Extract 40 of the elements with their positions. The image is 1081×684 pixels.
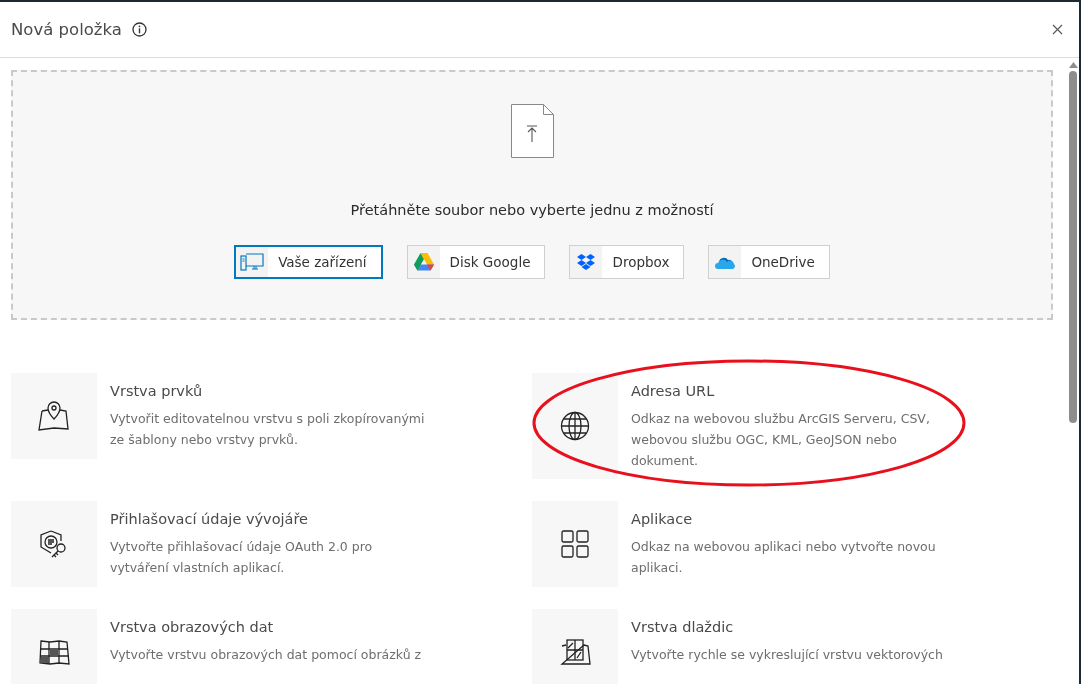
source-button[interactable]: Vaše zařízení (234, 245, 383, 279)
app-grid-icon (561, 530, 589, 558)
globe-icon (560, 411, 590, 441)
file-upload-icon (510, 104, 554, 158)
card-title: Aplikace (631, 511, 694, 527)
imagery-map-icon (38, 638, 70, 666)
card-description: Odkaz na webovou aplikaci nebo vytvořte novou aplikaci. (631, 538, 937, 577)
card-title: Přihlašovací údaje vývojáře (110, 511, 309, 527)
item-card[interactable]: Přihlašovací údaje vývojáře Vytvořte přihlašovací údaje OAuth 2.0 pro vytváření vlastních aplikací. (11, 501, 532, 587)
close-icon (1052, 24, 1063, 35)
card-title: Adresa URL (631, 383, 716, 399)
info-icon[interactable] (131, 22, 147, 37)
card-description: Odkaz na webovou službu ArcGIS Serveru, CSV, webovou službu OGC, KML, GeoJSON nebo dokument. (631, 410, 931, 470)
card-description: Vytvořit editovatelnou vrstvu s poli zkopírovanými ze šablony nebo vrstvy prvků. (110, 410, 426, 449)
item-card[interactable]: Adresa URL Odkaz na webovou službu ArcGIS Serveru, CSV, webovou službu OGC, KML, GeoJSON nebo dokument. (532, 373, 1053, 479)
tile-map-icon (559, 638, 591, 666)
item-card[interactable]: Vrstva dlaždic Vytvořte rychle se vykreslující vrstvu vektorových (532, 609, 1053, 684)
card-title: Vrstva dlaždic (631, 619, 735, 635)
scroll-up-icon[interactable] (1068, 62, 1078, 68)
drive-icon (413, 253, 434, 271)
scrollbar-thumb[interactable] (1069, 71, 1077, 423)
card-description: Vytvořte rychle se vykreslující vrstvu vektorových (631, 646, 944, 664)
source-button[interactable]: Dropbox (569, 245, 685, 279)
drop-prompt: Přetáhněte soubor nebo vyberte jednu z možností (350, 202, 714, 218)
map-pin-icon (38, 401, 70, 431)
card-description: Vytvořte přihlašovací údaje OAuth 2.0 pro vytváření vlastních aplikací. (110, 538, 374, 577)
cloud-icon (715, 255, 736, 269)
dropbox-icon (577, 254, 596, 270)
card-title: Vrstva obrazových dat (110, 619, 275, 635)
item-card[interactable]: Vrstva prvků Vytvořit editovatelnou vrstvu s poli zkopírovanými ze šablony nebo vrstvy prvků. (11, 373, 532, 459)
dialog-title: Nová položka (11, 20, 122, 39)
card-description: Vytvořte vrstvu obrazových dat pomocí obrázků z (110, 646, 423, 664)
item-card[interactable]: Vrstva obrazových dat Vytvořte vrstvu obrazových dat pomocí obrázků z (11, 609, 532, 684)
item-card[interactable]: Aplikace Odkaz na webovou aplikaci nebo vytvořte novou aplikaci. (532, 501, 1053, 587)
source-button[interactable]: OneDrive (708, 245, 830, 279)
computer-icon (240, 253, 265, 271)
drop-zone[interactable]: Přetáhněte soubor nebo vyberte jednu z možností Vaše zařízení Disk Google Dropbox OneDrive (11, 70, 1053, 320)
source-button[interactable]: Disk Google (406, 245, 546, 279)
card-title: Vrstva prvků (110, 383, 204, 399)
key-icon (39, 529, 69, 559)
